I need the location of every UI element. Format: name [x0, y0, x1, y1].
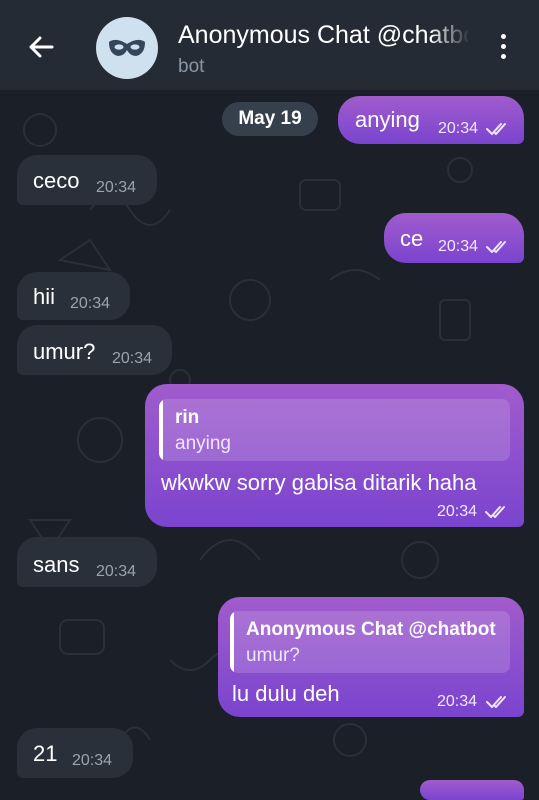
message-time: 20:34	[437, 693, 478, 710]
double-check-icon	[486, 696, 506, 708]
message-text: anying	[355, 107, 420, 132]
double-check-icon	[485, 506, 505, 518]
message-outgoing-reply[interactable]: rin anying wkwkw sorry gabisa ditarik ha…	[145, 384, 524, 527]
message-time: 20:34	[96, 563, 137, 580]
message-text: wkwkw sorry gabisa ditarik haha	[161, 470, 477, 495]
message-incoming[interactable]: 21 20:34	[17, 728, 133, 778]
message-outgoing[interactable]: ce 20:34	[384, 213, 524, 263]
reply-bar	[159, 399, 163, 461]
arrow-left-icon	[29, 36, 54, 58]
message-time: 20:34	[72, 752, 113, 769]
reply-author: rin	[175, 407, 200, 428]
message-text: ceco	[33, 168, 80, 193]
message-text: hii	[33, 284, 56, 309]
reply-preview[interactable]: rin anying	[159, 399, 510, 461]
message-time: 20:34	[438, 120, 479, 137]
message-text: 21	[33, 741, 58, 766]
message-text: lu dulu deh	[232, 681, 340, 706]
reply-author: Anonymous Chat @chatbot	[246, 619, 496, 640]
message-time: 20:34	[70, 295, 111, 312]
message-time: 20:34	[437, 503, 478, 520]
date-chip: May 19	[222, 102, 318, 136]
chat-subtitle: bot	[178, 56, 205, 77]
message-time: 20:34	[96, 179, 137, 196]
reply-preview[interactable]: Anonymous Chat @chatbot umur?	[230, 611, 510, 673]
back-button[interactable]	[26, 32, 56, 62]
reply-bar	[230, 611, 234, 673]
message-text: umur?	[33, 339, 96, 364]
mask-icon	[109, 39, 145, 56]
chat-title[interactable]: Anonymous Chat @chatbot	[178, 21, 468, 53]
message-incoming[interactable]: sans 20:34	[17, 537, 157, 587]
chat-header: Anonymous Chat @chatbot bot	[0, 0, 539, 90]
message-outgoing-reply[interactable]: Anonymous Chat @chatbot umur? lu dulu de…	[218, 597, 524, 717]
message-time: 20:34	[438, 238, 479, 255]
title-fade	[430, 21, 470, 53]
message-outgoing[interactable]: anying 20:34	[338, 96, 524, 144]
message-incoming[interactable]: umur? 20:34	[17, 325, 172, 375]
message-text: sans	[33, 552, 80, 577]
more-vertical-icon	[500, 34, 506, 39]
message-text: ce	[400, 226, 424, 251]
double-check-icon	[486, 241, 506, 253]
message-incoming[interactable]: ceco 20:34	[17, 155, 157, 205]
reply-quoted-text: anying	[175, 433, 231, 454]
message-time: 20:34	[112, 350, 153, 367]
more-menu-button[interactable]	[493, 34, 513, 64]
reply-quoted-text: umur?	[246, 645, 300, 666]
double-check-icon	[486, 123, 506, 135]
message-outgoing-partial[interactable]	[420, 780, 524, 800]
message-incoming[interactable]: hii 20:34	[17, 272, 130, 320]
bot-avatar[interactable]	[96, 17, 158, 79]
